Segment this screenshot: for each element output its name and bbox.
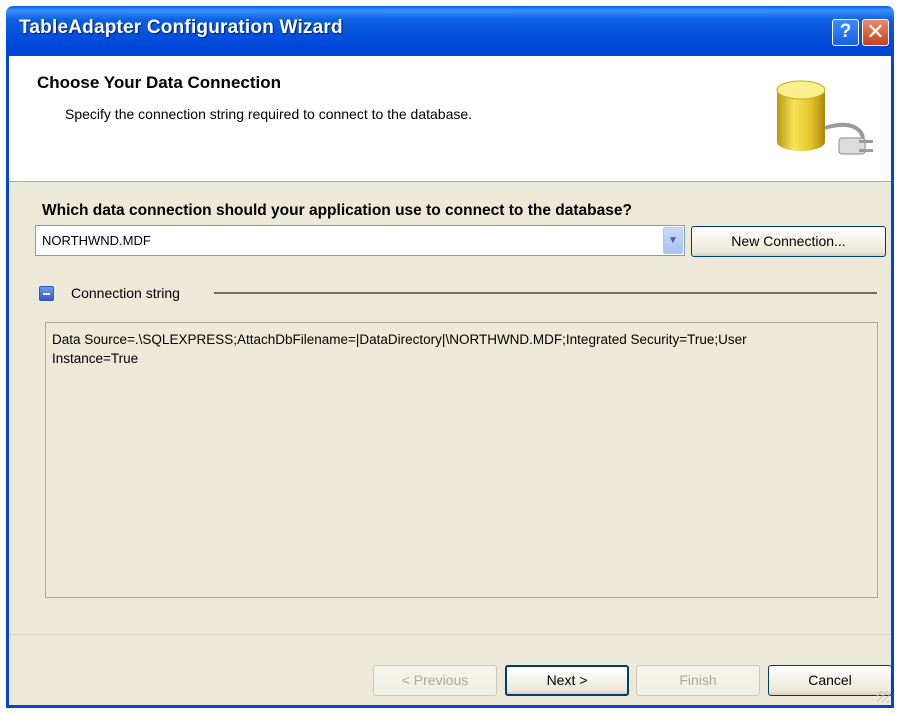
title-bar[interactable]: TableAdapter Configuration Wizard ? ✕ <box>9 6 891 56</box>
resize-grip[interactable] <box>877 691 889 703</box>
help-button[interactable]: ? <box>832 19 859 46</box>
window-title: TableAdapter Configuration Wizard <box>19 17 343 38</box>
connection-question-label: Which data connection should your applic… <box>42 202 632 219</box>
next-button[interactable]: Next > <box>505 665 629 696</box>
finish-button[interactable]: Finish <box>636 665 760 696</box>
connection-select-value: NORTHWND.MDF <box>42 233 151 248</box>
dialog-body: Choose Your Data Connection Specify the … <box>9 56 892 705</box>
footer-separator <box>9 634 891 635</box>
close-button[interactable]: ✕ <box>862 19 889 46</box>
connection-string-label: Connection string <box>71 285 180 301</box>
connection-select[interactable]: NORTHWND.MDF ▼ <box>35 225 685 256</box>
chevron-down-icon[interactable]: ▼ <box>663 227 683 254</box>
connection-string-box[interactable]: Data Source=.\SQLEXPRESS;AttachDbFilenam… <box>45 322 878 598</box>
page-title: Choose Your Data Connection <box>37 73 282 92</box>
wizard-header: Choose Your Data Connection Specify the … <box>9 56 891 182</box>
database-plug-icon <box>776 80 873 155</box>
wizard-window: TableAdapter Configuration Wizard ? ✕ Ch… <box>6 6 894 708</box>
connection-string-text: Data Source=.\SQLEXPRESS;AttachDbFilenam… <box>52 332 747 366</box>
new-connection-button[interactable]: New Connection... <box>691 226 886 257</box>
group-divider <box>214 292 877 294</box>
previous-button[interactable]: < Previous <box>373 665 497 696</box>
collapse-icon[interactable] <box>39 286 54 301</box>
page-subtitle: Specify the connection string required t… <box>65 106 473 122</box>
cancel-button[interactable]: Cancel <box>768 665 892 696</box>
